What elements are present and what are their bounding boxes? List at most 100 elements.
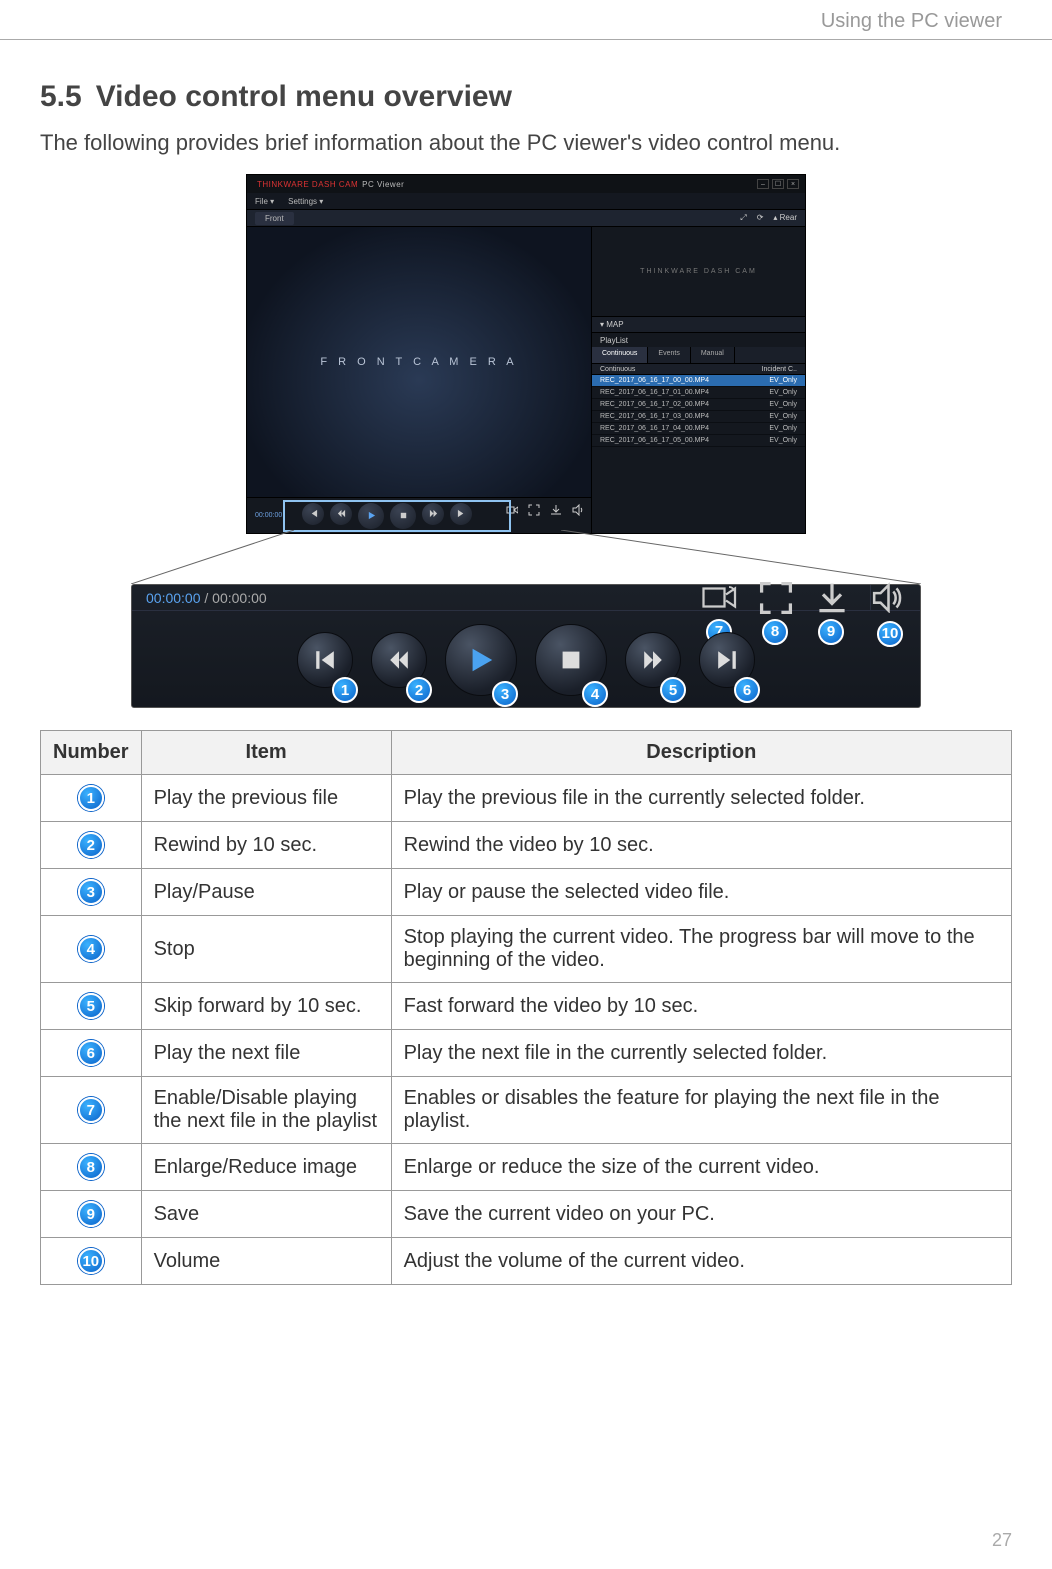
cell-item: Play the next file <box>141 1030 391 1077</box>
number-badge: 3 <box>78 879 104 905</box>
next-file-button[interactable]: 6 <box>699 632 755 688</box>
playlist-row[interactable]: REC_2017_06_16_17_05_00.MP4EV_Only <box>592 435 805 447</box>
callout-6: 6 <box>734 677 760 703</box>
cell-number: 7 <box>41 1077 142 1144</box>
play-pause-button[interactable]: 3 <box>445 624 517 696</box>
mini-save-icon[interactable] <box>549 504 563 516</box>
pcviewer-titlebar: THINKWARE DASH CAMPC Viewer – ☐ × <box>247 175 805 193</box>
window-buttons: – ☐ × <box>757 179 799 189</box>
cell-number: 6 <box>41 1030 142 1077</box>
cell-number: 10 <box>41 1238 142 1285</box>
cell-description: Rewind the video by 10 sec. <box>391 822 1011 869</box>
menu-settings[interactable]: Settings ▾ <box>288 197 323 206</box>
description-table: Number Item Description 1 Play the previo… <box>40 730 1012 1285</box>
cell-number: 4 <box>41 916 142 983</box>
pcviewer-menubar: File ▾ Settings ▾ <box>247 193 805 209</box>
playlist-tab-manual[interactable]: Manual <box>691 347 735 363</box>
cell-item: Rewind by 10 sec. <box>141 822 391 869</box>
video-area: F R O N T C A M E R A 00:00:00 <box>247 227 592 533</box>
playlist-row[interactable]: REC_2017_06_16_17_03_00.MP4EV_Only <box>592 411 805 423</box>
side-thumbnail: THINKWARE DASH CAM <box>592 227 805 317</box>
mini-prev-button[interactable] <box>302 503 324 525</box>
cell-item: Skip forward by 10 sec. <box>141 983 391 1030</box>
mini-time-label: 00:00:00 <box>255 512 282 519</box>
playlist-heading: PlayList <box>592 333 805 347</box>
callout-5: 5 <box>660 677 686 703</box>
mini-autoplay-icon[interactable] <box>505 504 519 516</box>
enlarge-icon[interactable]: 8 <box>758 587 794 609</box>
playlist-row[interactable]: REC_2017_06_16_17_00_00.MP4EV_Only <box>592 375 805 387</box>
cell-item: Enlarge/Reduce image <box>141 1144 391 1191</box>
cell-description: Play or pause the selected video file. <box>391 869 1011 916</box>
callout-4: 4 <box>582 681 608 707</box>
number-badge: 1 <box>78 785 104 811</box>
playlist-row[interactable]: REC_2017_06_16_17_04_00.MP4EV_Only <box>592 423 805 435</box>
brand-label: THINKWARE DASH CAMPC Viewer <box>253 180 404 189</box>
cell-item: Volume <box>141 1238 391 1285</box>
rewind-10s-button[interactable]: 2 <box>371 632 427 688</box>
callout-3: 3 <box>492 681 518 707</box>
cell-item: Play/Pause <box>141 869 391 916</box>
close-button[interactable]: × <box>787 179 799 189</box>
table-row: 7Enable/Disable playing the next file in… <box>41 1077 1012 1144</box>
cell-number: 3 <box>41 869 142 916</box>
th-number: Number <box>41 731 142 775</box>
playlist-tab-events[interactable]: Events <box>648 347 690 363</box>
front-camera-label: F R O N T C A M E R A <box>320 356 517 368</box>
zoomed-control-bar: 00:00:00 / 00:00:00 7 8 9 <box>131 584 921 708</box>
mini-rewind-button[interactable] <box>330 503 352 525</box>
zoom-projector-lines <box>131 530 921 584</box>
playlist-tab-continuous[interactable]: Continuous <box>592 347 648 363</box>
prev-file-button[interactable]: 1 <box>297 632 353 688</box>
mini-forward-button[interactable] <box>422 503 444 525</box>
cell-number: 1 <box>41 775 142 822</box>
pcviewer-window: THINKWARE DASH CAMPC Viewer – ☐ × File ▾… <box>246 174 806 534</box>
autoplay-toggle-icon[interactable]: 7 <box>702 587 738 609</box>
map-toggle[interactable]: ▾ MAP <box>592 317 805 333</box>
mini-play-button[interactable] <box>358 503 384 529</box>
cell-number: 5 <box>41 983 142 1030</box>
table-row: 4StopStop playing the current video. The… <box>41 916 1012 983</box>
col-continuous: Continuous <box>600 366 635 373</box>
cell-number: 8 <box>41 1144 142 1191</box>
table-row: 5Skip forward by 10 sec.Fast forward the… <box>41 983 1012 1030</box>
playlist-row[interactable]: REC_2017_06_16_17_02_00.MP4EV_Only <box>592 399 805 411</box>
mini-next-button[interactable] <box>450 503 472 525</box>
cell-description: Fast forward the video by 10 sec. <box>391 983 1011 1030</box>
maximize-button[interactable]: ☐ <box>772 179 784 189</box>
playlist-row[interactable]: REC_2017_06_16_17_01_00.MP4EV_Only <box>592 387 805 399</box>
number-badge: 6 <box>78 1040 104 1066</box>
side-thumbnail-label: THINKWARE DASH CAM <box>640 268 757 275</box>
number-badge: 9 <box>78 1201 104 1227</box>
cell-item: Stop <box>141 916 391 983</box>
time-display: 00:00:00 / 00:00:00 <box>146 590 267 606</box>
callout-2: 2 <box>406 677 432 703</box>
tab-front[interactable]: Front <box>255 212 294 225</box>
cell-description: Play the previous file in the currently … <box>391 775 1011 822</box>
number-badge: 10 <box>78 1248 104 1274</box>
cell-item: Enable/Disable playing the next file in … <box>141 1077 391 1144</box>
table-row: 9SaveSave the current video on your PC. <box>41 1191 1012 1238</box>
th-item: Item <box>141 731 391 775</box>
stop-button[interactable]: 4 <box>535 624 607 696</box>
cell-description: Save the current video on your PC. <box>391 1191 1011 1238</box>
brand-suffix: PC Viewer <box>362 180 404 189</box>
mini-volume-icon[interactable] <box>571 504 585 516</box>
mini-enlarge-icon[interactable] <box>527 504 541 516</box>
save-icon[interactable]: 9 <box>814 587 850 609</box>
mini-stop-button[interactable] <box>390 503 416 529</box>
refresh-icon[interactable]: ⟳ <box>757 213 764 223</box>
cell-item: Play the previous file <box>141 775 391 822</box>
expand-icon[interactable]: ⤢ <box>740 213 746 223</box>
minimize-button[interactable]: – <box>757 179 769 189</box>
th-description: Description <box>391 731 1011 775</box>
forward-10s-button[interactable]: 5 <box>625 632 681 688</box>
volume-icon[interactable]: 10 <box>870 585 906 611</box>
menu-file[interactable]: File ▾ <box>255 197 274 206</box>
table-row: 1 Play the previous filePlay the previous… <box>41 775 1012 822</box>
playlist-rows: REC_2017_06_16_17_00_00.MP4EV_Only REC_2… <box>592 375 805 533</box>
section-number: 5.5 <box>40 80 82 113</box>
cell-description: Enables or disables the feature for play… <box>391 1077 1011 1144</box>
rear-button[interactable]: ▴ Rear <box>773 213 797 223</box>
time-current: 00:00:00 <box>146 590 201 606</box>
